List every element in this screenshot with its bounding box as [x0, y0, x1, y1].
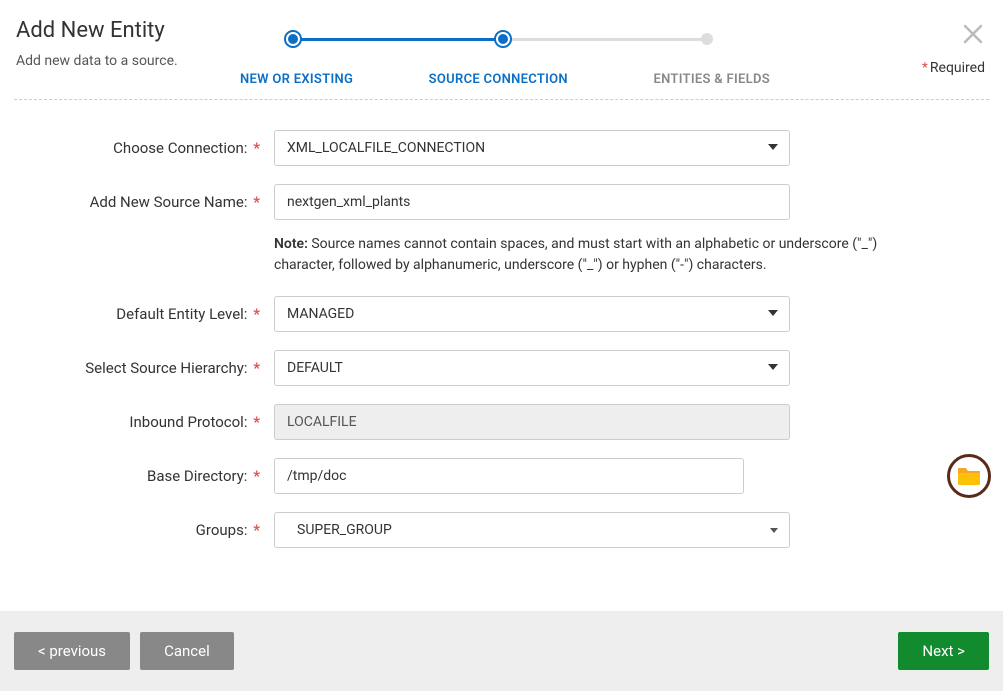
previous-button[interactable]: < previous: [14, 632, 130, 670]
basedir-label: Base Directory: *: [14, 467, 264, 485]
stepper-label-3: ENTITIES & FIELDS: [653, 72, 770, 87]
required-indicator: *Required: [922, 60, 985, 76]
hierarchy-select[interactable]: DEFAULT: [274, 350, 790, 386]
browse-folder-button[interactable]: [947, 454, 991, 498]
groups-label: Groups: *: [14, 521, 264, 539]
hierarchy-label: Select Source Hierarchy: *: [14, 359, 264, 377]
header-divider: [14, 99, 989, 100]
groups-select[interactable]: SUPER_GROUP: [274, 512, 790, 548]
stepper-label-2[interactable]: SOURCE CONNECTION: [429, 72, 568, 87]
cancel-button[interactable]: Cancel: [140, 632, 234, 670]
folder-icon: [956, 465, 982, 487]
basedir-input[interactable]: [274, 458, 744, 494]
protocol-label: Inbound Protocol: *: [14, 413, 264, 431]
stepper-dot-3: [701, 33, 713, 45]
source-name-label: Add New Source Name: *: [14, 193, 264, 211]
wizard-stepper: NEW OR EXISTING SOURCE CONNECTION ENTITI…: [270, 28, 730, 87]
connection-select[interactable]: XML_LOCALFILE_CONNECTION: [274, 130, 790, 166]
close-button[interactable]: [961, 22, 985, 46]
close-icon: [961, 22, 985, 46]
stepper-line-inactive: [504, 38, 709, 41]
next-button[interactable]: Next >: [898, 632, 989, 670]
entity-level-select[interactable]: MANAGED: [274, 296, 790, 332]
protocol-input: [274, 404, 790, 440]
stepper-label-1[interactable]: NEW OR EXISTING: [240, 72, 353, 87]
connection-label: Choose Connection: *: [14, 139, 264, 157]
source-name-note: Note: Source names cannot contain spaces…: [274, 234, 924, 276]
stepper-dot-2: [494, 30, 512, 48]
stepper-line-active: [291, 38, 504, 41]
stepper-dot-1: [284, 30, 302, 48]
entity-level-label: Default Entity Level: *: [14, 305, 264, 323]
source-name-input[interactable]: [274, 184, 790, 220]
